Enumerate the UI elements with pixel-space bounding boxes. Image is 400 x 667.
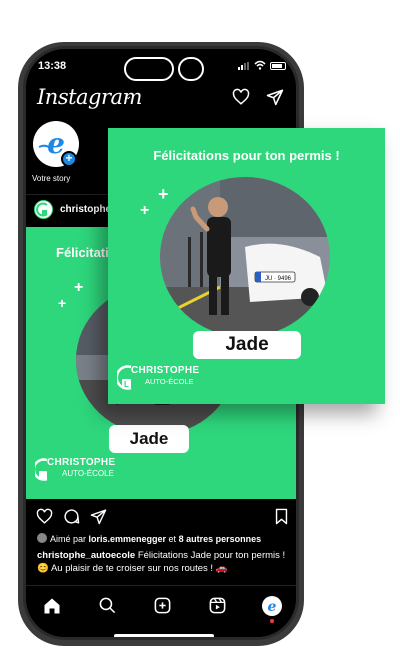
brand-name: CHRISTOPHE xyxy=(131,365,200,376)
search-icon[interactable] xyxy=(98,596,117,615)
overlay-photo-illustration: JU · 9496 xyxy=(160,177,330,337)
battery-icon xyxy=(270,62,286,70)
caption-username[interactable]: christophe_autoecole xyxy=(37,550,135,561)
likes-prefix: Aimé par xyxy=(50,534,89,544)
reels-icon[interactable] xyxy=(208,596,227,615)
add-story-icon[interactable]: + xyxy=(61,151,77,167)
overlay-photo: JU · 9496 xyxy=(160,177,330,337)
wifi-icon xyxy=(254,60,266,70)
heart-icon[interactable] xyxy=(232,88,250,106)
post-caption: christophe_autoecole Félicitations Jade … xyxy=(37,549,293,575)
overlay-title: Félicitations pour ton permis ! xyxy=(153,148,340,163)
camera-cutout xyxy=(178,57,204,81)
svg-text:e: e xyxy=(268,599,277,615)
status-bar: 13:38 xyxy=(26,49,296,85)
bottom-nav: e xyxy=(26,585,296,637)
profile-icon[interactable]: e xyxy=(262,596,282,616)
create-icon[interactable] xyxy=(153,596,172,615)
post-actions xyxy=(26,506,296,528)
likes-others[interactable]: 8 autres personnes xyxy=(179,534,262,544)
home-indicator xyxy=(114,634,214,637)
post-avatar[interactable] xyxy=(34,200,53,219)
sparkle-icon: + xyxy=(158,184,169,204)
comment-icon[interactable] xyxy=(63,508,80,525)
brand-subtitle: AUTO-ÉCOLE xyxy=(145,377,194,386)
likes-avatar-icon xyxy=(37,533,47,543)
stage: 13:38 Instagram ⌄ e + Votre story Félici… xyxy=(0,0,400,667)
sparkle-icon: + xyxy=(140,202,150,219)
likes-line: Aimé par loris.emmenegger et 8 autres pe… xyxy=(37,533,261,544)
like-icon[interactable] xyxy=(36,508,53,525)
sparkle-icon: + xyxy=(74,279,84,296)
post-name-label: Jade xyxy=(109,425,189,453)
license-plate: JU · 9496 xyxy=(265,276,292,282)
profile-logo-icon: e xyxy=(268,599,277,615)
status-time: 13:38 xyxy=(38,60,67,72)
signal-icon xyxy=(238,62,249,70)
brand-subtitle: AUTO-ÉCOLE xyxy=(62,469,114,478)
notification-dot xyxy=(270,619,274,623)
send-icon[interactable] xyxy=(266,88,284,106)
svg-text:L: L xyxy=(124,380,129,389)
home-icon[interactable] xyxy=(42,596,62,616)
app-header: Instagram ⌄ xyxy=(26,85,296,113)
dynamic-island xyxy=(124,57,174,81)
likes-user[interactable]: loris.emmenegger xyxy=(89,534,167,544)
sparkle-icon: + xyxy=(58,295,67,311)
story-label: Votre story xyxy=(32,174,71,183)
brand-mini-icon xyxy=(36,202,48,217)
likes-mid: et xyxy=(166,534,179,544)
overlay-post-card: Félicitations pour ton permis ! + + JU ·… xyxy=(108,128,385,404)
chevron-down-icon[interactable]: ⌄ xyxy=(124,91,132,102)
save-icon[interactable] xyxy=(274,508,289,525)
overlay-name-label: Jade xyxy=(193,331,301,359)
brand-name: CHRISTOPHE xyxy=(47,457,116,468)
share-icon[interactable] xyxy=(90,508,107,525)
